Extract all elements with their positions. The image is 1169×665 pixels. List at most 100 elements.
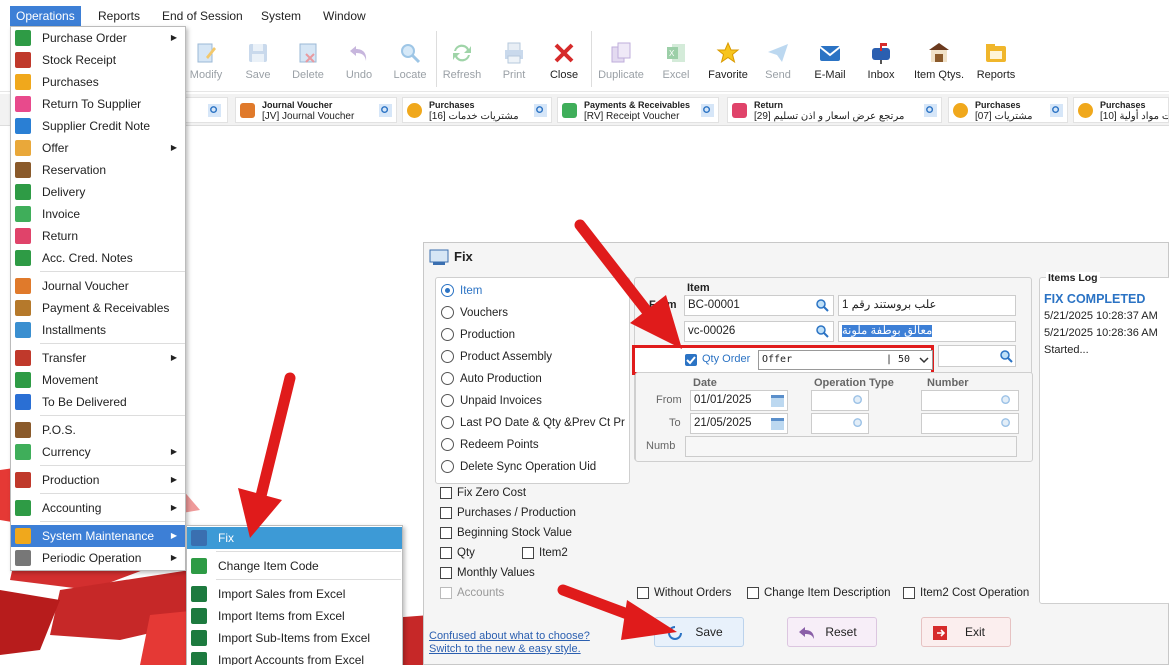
send-button[interactable]: Send (749, 28, 807, 92)
number-from-field[interactable] (921, 390, 1019, 411)
date-to-field[interactable]: 21/05/2025 (690, 413, 788, 434)
payment-icon (562, 103, 577, 118)
fix-options-panel: Item Vouchers Production Product Assembly Au… (435, 277, 630, 484)
save-button[interactable]: Save (654, 617, 744, 647)
submenu-item-import-sales-from-excel[interactable]: Import Sales from Excel (187, 583, 402, 605)
search-icon[interactable] (815, 298, 829, 312)
duplicate-button[interactable]: Duplicate (592, 28, 650, 92)
inbox-button[interactable]: Inbox (852, 28, 910, 92)
help-link[interactable]: Confused about what to choose? (429, 630, 590, 642)
menu-item-periodic-operation[interactable]: Periodic Operation ▶ (11, 547, 185, 569)
chevron-right-icon: ▶ (170, 475, 177, 484)
menu-item-to-be-delivered[interactable]: To Be Delivered (11, 391, 185, 413)
submenu-item-import-sub-items-from-excel[interactable]: Import Sub-Items from Excel (187, 627, 402, 649)
menu-item-installments[interactable]: Installments (11, 319, 185, 341)
submenu-item-fix[interactable]: Fix (187, 527, 402, 549)
delete-button[interactable]: Delete (279, 28, 337, 92)
reset-button[interactable]: Reset (787, 617, 877, 647)
menu-window[interactable]: Window (317, 6, 372, 26)
menu-item-currency[interactable]: Currency ▶ (11, 441, 185, 463)
date-from-field[interactable]: 01/01/2025 (690, 390, 788, 411)
operation-type-to-field[interactable] (811, 413, 869, 434)
qty-order-extra-field[interactable] (938, 345, 1016, 367)
locate-button[interactable]: Locate (381, 28, 439, 92)
menu-item-payment-receivables[interactable]: Payment & Receivables (11, 297, 185, 319)
switch-style-link[interactable]: Switch to the new & easy style. (429, 643, 581, 655)
qty-order-select[interactable]: Offer | 50 (758, 350, 933, 370)
email-button[interactable]: E-Mail (801, 28, 859, 92)
menu-system[interactable]: System (255, 6, 307, 26)
option-radio-item[interactable]: Item (436, 280, 626, 302)
menu-item-label: Movement (42, 373, 99, 387)
to-name-field[interactable]: معالق بوطفة ملونة (838, 321, 1016, 342)
exit-button[interactable]: Exit (921, 617, 1011, 647)
menu-item-label: System Maintenance (42, 529, 155, 543)
reports-button[interactable]: Reports (967, 28, 1025, 92)
checkbox-box (637, 587, 649, 599)
recent-item[interactable]: Journal Voucher [JV] Journal Voucher (235, 97, 397, 123)
option-radio-redeem-points[interactable]: Redeem Points (436, 434, 626, 456)
recent-item[interactable]: Purchases [16] مشتريات خدمات (402, 97, 552, 123)
menu-item-supplier-credit-note[interactable]: Supplier Credit Note (11, 115, 185, 137)
submenu-item-import-accounts-from-excel[interactable]: Import Accounts from Excel (187, 649, 402, 665)
pos-icon (15, 422, 31, 438)
recent-item[interactable]: Purchases [10] مشتريات مواد أولية (1073, 97, 1169, 123)
menu-item-return-to-supplier[interactable]: Return To Supplier (11, 93, 185, 115)
recent-item[interactable]: Purchases [07] مشتريات (948, 97, 1068, 123)
option-radio-production[interactable]: Production (436, 324, 626, 346)
menu-item-accounting[interactable]: Accounting ▶ (11, 497, 185, 519)
from-name-field[interactable]: علب بروستند رقم 1 (838, 295, 1016, 316)
menu-item-purchase-order[interactable]: Purchase Order ▶ (11, 27, 185, 49)
menu-reports[interactable]: Reports (92, 6, 146, 26)
item-qtys-button[interactable]: Item Qtys. (910, 28, 968, 92)
to-code-field[interactable]: vc-00026 (684, 321, 834, 342)
menu-operations[interactable]: Operations (10, 6, 81, 26)
submenu-item-change-item-code[interactable]: Change Item Code (187, 555, 402, 577)
check-icon (686, 356, 696, 365)
menu-end-of-session[interactable]: End of Session (156, 6, 249, 26)
menu-item-movement[interactable]: Movement (11, 369, 185, 391)
menu-item-p-o-s[interactable]: P.O.S. (11, 419, 185, 441)
undo-button[interactable]: Undo (330, 28, 388, 92)
search-icon (924, 104, 937, 117)
recent-item[interactable]: Return [29] مرتجع عرض اسعار و اذن تسليم (727, 97, 942, 123)
submenu-item-import-items-from-excel[interactable]: Import Items from Excel (187, 605, 402, 627)
menu-item-label: Installments (42, 323, 107, 337)
numb-field[interactable] (685, 436, 1017, 457)
invoice-icon (15, 206, 31, 222)
qty-order-checkbox[interactable] (685, 354, 697, 366)
menu-item-label: To Be Delivered (42, 395, 127, 409)
purchase-order-icon (15, 30, 31, 46)
option-radio-vouchers[interactable]: Vouchers (436, 302, 626, 324)
submenu-item-label: Import Sales from Excel (218, 587, 346, 601)
menu-item-invoice[interactable]: Invoice (11, 203, 185, 225)
menu-item-journal-voucher[interactable]: Journal Voucher (11, 275, 185, 297)
menu-item-system-maintenance[interactable]: System Maintenance ▶ (11, 525, 185, 547)
star-icon (716, 41, 740, 64)
menu-item-reservation[interactable]: Reservation (11, 159, 185, 181)
from-code-field[interactable]: BC-00001 (684, 295, 834, 316)
option-radio-delete-sync-operation-uid[interactable]: Delete Sync Operation Uid (436, 456, 626, 478)
option-radio-last-po-date-qty-prev-ct-pr[interactable]: Last PO Date & Qty &Prev Ct Pr (436, 412, 626, 434)
operation-type-from-field[interactable] (811, 390, 869, 411)
payment-icon (15, 300, 31, 316)
menu-item-return[interactable]: Return (11, 225, 185, 247)
option-radio-unpaid-invoices[interactable]: Unpaid Invoices (436, 390, 626, 412)
menu-item-stock-receipt[interactable]: Stock Receipt (11, 49, 185, 71)
menu-item-transfer[interactable]: Transfer ▶ (11, 347, 185, 369)
movement-icon (15, 372, 31, 388)
menu-item-acc-cred-notes[interactable]: Acc. Cred. Notes (11, 247, 185, 269)
option-radio-product-assembly[interactable]: Product Assembly (436, 346, 626, 368)
number-to-field[interactable] (921, 413, 1019, 434)
menu-separator (40, 415, 185, 416)
refresh-button[interactable]: Refresh (433, 28, 491, 92)
recent-item[interactable]: Payments & Receivables [RV] Receipt Vouc… (557, 97, 719, 123)
menu-item-purchases[interactable]: Purchases (11, 71, 185, 93)
menu-item-production[interactable]: Production ▶ (11, 469, 185, 491)
close-button[interactable]: Close (535, 28, 593, 92)
menu-item-offer[interactable]: Offer ▶ (11, 137, 185, 159)
option-radio-auto-production[interactable]: Auto Production (436, 368, 626, 390)
menu-item-delivery[interactable]: Delivery (11, 181, 185, 203)
search-icon[interactable] (815, 324, 829, 338)
excel-button[interactable]: X Excel (647, 28, 705, 92)
